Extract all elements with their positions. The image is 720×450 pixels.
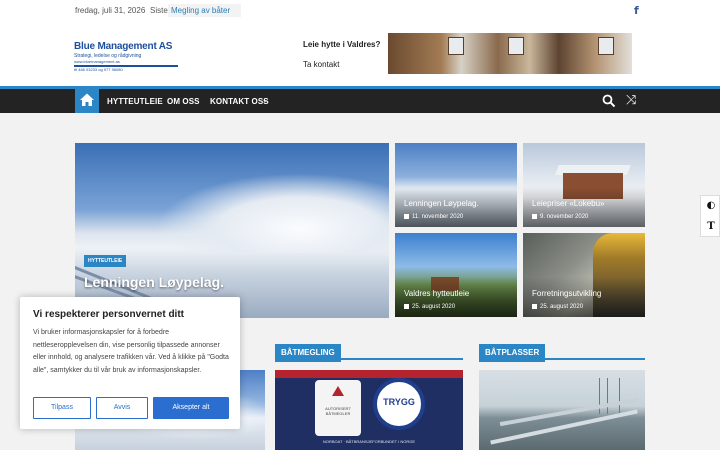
featured-category-badge[interactable]: HYTTEUTLEIE	[84, 255, 127, 267]
home-icon	[80, 93, 94, 106]
latest-news-link[interactable]: Megling av båter	[171, 6, 230, 15]
section-heading-batmegling: BÅTMEGLING	[275, 342, 463, 362]
logo-name: Blue Management AS	[74, 41, 173, 52]
contrast-icon[interactable]: ◐	[701, 196, 720, 216]
post-date: 11. november 2020	[404, 214, 463, 220]
section-heading-batplasser: BÅTPLASSER	[479, 342, 645, 362]
post-title[interactable]: Valdres hytteutleie	[404, 289, 469, 298]
cookie-heading: Vi respekterer personvernet ditt	[33, 309, 184, 320]
customize-button[interactable]: Tilpass	[33, 397, 91, 419]
nav-item-kontakt-oss[interactable]: KONTAKT OSS	[210, 97, 269, 106]
featured-post-image[interactable]	[75, 143, 389, 318]
post-tile[interactable]: Valdres hytteutleie 25. august 2020	[395, 233, 517, 317]
site-logo[interactable]: Blue Management AS Strategi, ledelse og …	[74, 41, 184, 72]
section-title: BÅTMEGLING	[275, 344, 341, 362]
cookie-text: Vi bruker informasjonskapsler for å forb…	[33, 329, 229, 374]
ad-cabin-photo	[388, 33, 632, 74]
featured-post-title[interactable]: Lenningen Løypelag.	[84, 274, 224, 290]
badge-text: TRYGG	[383, 397, 415, 407]
authorized-broker-badge: AUTORISERT BÅTMEGLER	[315, 380, 361, 436]
ad-contact-link[interactable]: Ta kontakt	[303, 60, 339, 69]
latest-label: Siste:	[150, 6, 171, 15]
chevron-down-icon[interactable]: ⌄	[262, 96, 268, 104]
banner-footer-text: NORBOAT · BÅTBRANSJEFORBUNDET I NORGE	[322, 439, 415, 444]
badge-text: AUTORISERT BÅTMEGLER	[325, 406, 351, 416]
nav-item-hytteutleie[interactable]: HYTTEUTLEIE	[107, 97, 163, 106]
logo-phone: tlf 466 03233 og 977 96080	[74, 67, 123, 72]
cookie-consent-dialog: Vi respekterer personvernet ditt Vi bruk…	[20, 297, 240, 429]
boat-broker-banner[interactable]: AUTORISERT BÅTMEGLER TRYGG NORBOAT · BÅT…	[275, 370, 463, 450]
post-tile[interactable]: Leiepriser «Lokebu» 9. november 2020	[523, 143, 645, 227]
shuffle-icon[interactable]: ⤨	[626, 94, 636, 108]
post-date: 9. november 2020	[532, 214, 588, 220]
home-button[interactable]	[75, 86, 99, 113]
nav-item-om-oss[interactable]: OM OSS	[167, 97, 200, 106]
site-header: Blue Management AS Strategi, ledelse og …	[0, 22, 720, 86]
post-tile[interactable]: Lenningen Løypelag. 11. november 2020	[395, 143, 517, 227]
reject-button[interactable]: Avvis	[96, 397, 148, 419]
post-title[interactable]: Lenningen Løypelag.	[404, 199, 479, 208]
post-date: 25. august 2020	[404, 304, 455, 310]
post-title[interactable]: Forretningsutvikling	[532, 289, 601, 298]
section-title: BÅTPLASSER	[479, 344, 546, 362]
post-tile[interactable]: Forretningsutvikling 25. august 2020	[523, 233, 645, 317]
ad-question: Leie hytte i Valdres?	[303, 40, 381, 49]
trygg-badge: TRYGG	[373, 378, 425, 430]
current-date: fredag, juli 31, 2026	[75, 6, 146, 15]
header-ad-banner[interactable]: Leie hytte i Valdres? Ta kontakt	[294, 32, 633, 75]
logo-web: www.bluemanagement.as	[74, 59, 120, 64]
font-size-icon[interactable]: T	[701, 217, 720, 237]
post-date: 25. august 2020	[532, 304, 583, 310]
search-icon[interactable]	[602, 94, 616, 108]
snowy-forest	[155, 173, 389, 253]
top-bar: fredag, juli 31, 2026 Siste: Megling av …	[0, 0, 720, 22]
facebook-icon[interactable]: f	[634, 4, 639, 17]
accept-all-button[interactable]: Aksepter alt	[153, 397, 229, 419]
marina-photo[interactable]	[479, 370, 645, 450]
main-navigation: HYTTEUTLEIE OM OSS KONTAKT OSS ⌄ ⤨	[0, 86, 720, 113]
accessibility-toolbar: ◐ T	[700, 195, 720, 237]
post-title[interactable]: Leiepriser «Lokebu»	[532, 199, 605, 208]
